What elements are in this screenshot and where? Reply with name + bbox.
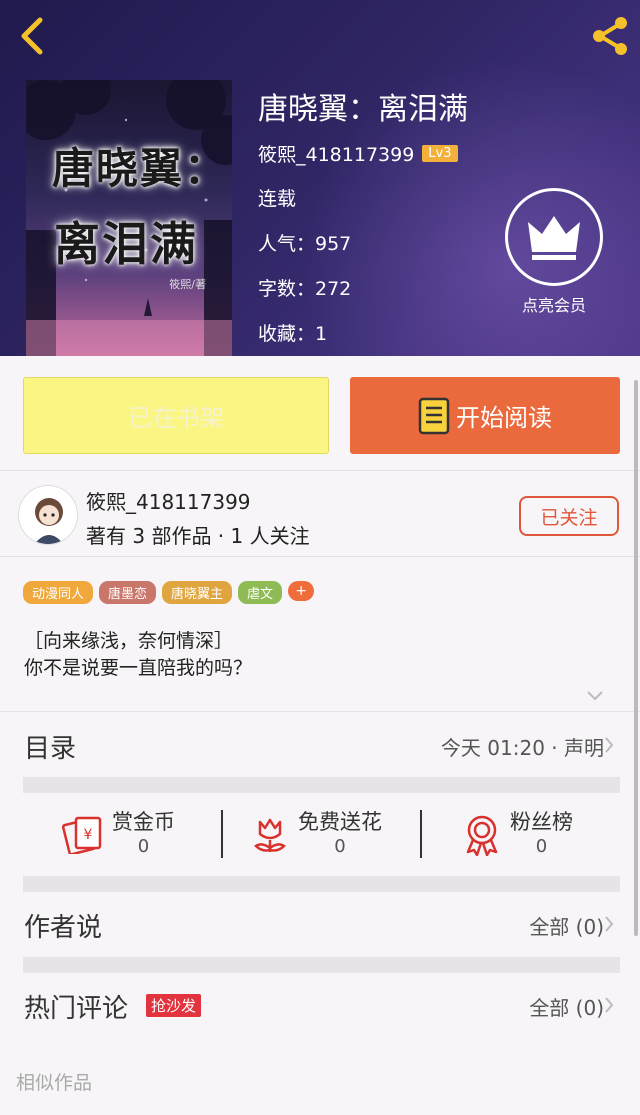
author-avatar[interactable] [18, 485, 78, 545]
medal-icon [466, 815, 498, 856]
tag[interactable]: 虐文 [238, 581, 283, 604]
hot-comments-count: 全部 (0) [529, 996, 604, 1020]
serial-status: 连载 [258, 188, 297, 210]
book-author-name[interactable]: 筱熙_418117399 [258, 140, 414, 167]
expand-intro-button[interactable] [585, 688, 605, 702]
chevron-right-icon [605, 737, 614, 753]
section-band [23, 957, 620, 973]
book-icon [418, 397, 450, 434]
section-band [23, 876, 620, 892]
catalog-update-time: 今天 01:20 · 声明 [440, 736, 604, 760]
fan-ranking-button[interactable]: 粉丝榜 0 [462, 806, 573, 862]
popularity-stat: 人气：957 [258, 233, 352, 255]
svg-text:¥: ¥ [84, 827, 93, 843]
tag[interactable]: 动漫同人 [23, 581, 94, 604]
back-button[interactable] [14, 14, 54, 58]
section-band [23, 777, 620, 793]
send-flower-button[interactable]: 免费送花 0 [250, 806, 382, 862]
send-flower-label: 免费送花 [298, 810, 382, 834]
author-name[interactable]: 筱熙_418117399 [86, 486, 251, 515]
share-button[interactable] [588, 14, 632, 58]
divider [0, 470, 640, 471]
chevron-right-icon [605, 997, 614, 1013]
back-arrow-icon [21, 17, 43, 55]
vip-label: 点亮会员 [521, 296, 586, 315]
book-author-line[interactable]: 筱熙_418117399 Lv3 [258, 140, 458, 167]
tag-list: 动漫同人 唐墨恋 唐晓翼主 虐文 + [23, 581, 315, 604]
on-shelf-button[interactable]: 已在书架 [23, 377, 329, 454]
avatar-image-icon [34, 498, 64, 544]
fan-ranking-label: 粉丝榜 [510, 810, 573, 834]
cover-title-line2: 离泪满 [54, 217, 198, 271]
author-says-count: 全部 (0) [529, 915, 604, 939]
first-comment-badge: 抢沙发 [146, 994, 202, 1017]
vip-button[interactable] [505, 188, 603, 286]
book-header: 唐晓翼： 离泪满 筱熙/著 唐晓翼：离泪满 筱熙_418117399 Lv3 连… [0, 0, 640, 356]
book-intro: ［向来缘浅，奈何情深］ 你不是说要一直陪我的吗？ [24, 628, 252, 682]
favorites-stat: 收藏：1 [258, 323, 328, 345]
send-flower-count: 0 [334, 836, 346, 857]
scrollbar[interactable] [634, 380, 638, 936]
level-badge: Lv3 [422, 145, 458, 162]
intro-line: ［向来缘浅，奈何情深］ [24, 630, 234, 652]
tag[interactable]: 唐晓翼主 [162, 581, 233, 604]
fan-ranking-count: 0 [535, 836, 548, 857]
catalog-title: 目录 [24, 734, 77, 764]
cover-byline: 筱熙/著 [169, 278, 206, 291]
divider [0, 556, 640, 557]
chevron-right-icon [605, 916, 614, 932]
intro-line: 你不是说要一直陪我的吗？ [24, 657, 253, 679]
tag[interactable]: 唐墨恋 [99, 581, 157, 604]
word-count-stat: 字数：272 [258, 278, 352, 300]
book-title: 唐晓翼：离泪满 [258, 92, 468, 127]
start-reading-button[interactable]: 开始阅读 [350, 377, 620, 454]
divider [221, 810, 223, 858]
book-cover[interactable]: 唐晓翼： 离泪满 筱熙/著 [26, 80, 232, 356]
more-tags-button[interactable]: + [288, 581, 315, 601]
crown-icon [528, 216, 580, 260]
reward-coins-count: 0 [137, 836, 150, 857]
hot-comments-title: 热门评论 [24, 994, 129, 1024]
author-says-title: 作者说 [24, 913, 103, 943]
reward-coins-label: 赏金币 [112, 810, 175, 834]
similar-works-title: 相似作品 [16, 1072, 93, 1094]
author-stats: 著有 3 部作品 · 1 人关注 [86, 524, 310, 548]
flower-icon [254, 818, 286, 852]
reward-coins-button[interactable]: ¥ 赏金币 0 [62, 806, 175, 862]
follow-button[interactable]: 已关注 [519, 496, 619, 536]
cover-title-line1: 唐晓翼： [52, 144, 229, 193]
red-envelope-icon: ¥ [62, 816, 102, 854]
chevron-down-icon [587, 691, 603, 701]
divider [420, 810, 422, 858]
start-reading-label: 开始阅读 [456, 404, 552, 432]
share-icon [593, 17, 627, 55]
